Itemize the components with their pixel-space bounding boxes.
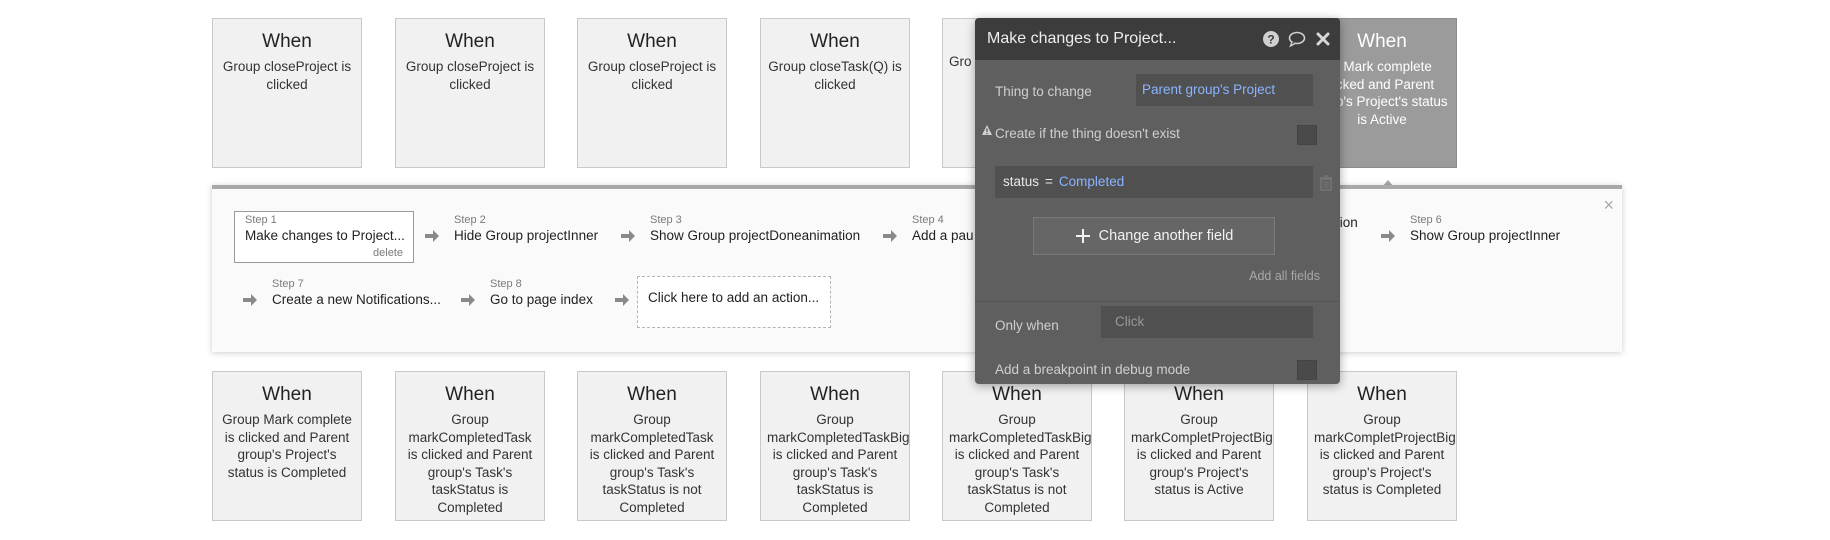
arrow-right-icon: [425, 230, 439, 242]
plus-icon: [1075, 229, 1090, 243]
arrow-right-icon: [621, 230, 635, 242]
breakpoint-label: Add a breakpoint in debug mode: [995, 362, 1191, 377]
step-7[interactable]: Step 7 Create a new Notifications...: [272, 278, 441, 308]
step-title: Make changes to Project...: [245, 228, 405, 243]
close-icon[interactable]: [1314, 30, 1332, 48]
arrow-right-icon: [243, 294, 257, 306]
step-4[interactable]: Step 4 Add a pau: [912, 214, 974, 244]
event-card-bottom-6[interactable]: When Group markCompletProjectBig is clic…: [1124, 371, 1274, 521]
card-description: Group markCompletedTask is clicked and P…: [407, 412, 533, 515]
card-description: Group markCompletProjectBig is clicked a…: [1314, 412, 1456, 497]
change-another-field-button[interactable]: Change another field: [1033, 217, 1275, 255]
step-title: Add a pau: [912, 228, 974, 243]
card-when: When: [627, 31, 677, 52]
arrow-right-icon: [461, 294, 475, 306]
warning-icon: [982, 125, 992, 135]
step-2[interactable]: Step 2 Hide Group projectInner: [454, 214, 598, 244]
card-description: Group Mark complete is clicked and Paren…: [222, 412, 352, 480]
card-description: Group closeTask(Q) is clicked: [768, 59, 902, 92]
step-label: Step 7: [272, 278, 304, 290]
step-label: Step 3: [650, 214, 682, 226]
arrow-right-icon: [615, 294, 629, 306]
add-action-button[interactable]: Click here to add an action...: [637, 276, 831, 328]
field-operator: =: [1045, 174, 1053, 189]
event-card-top-3[interactable]: When Group closeProject is clicked: [577, 18, 727, 168]
step-title: Hide Group projectInner: [454, 228, 599, 243]
editor-header[interactable]: Make changes to Project... ?: [975, 18, 1340, 60]
card-description: Group closeProject is clicked: [405, 59, 535, 92]
create-if-missing-label: Create if the thing doesn't exist: [995, 126, 1180, 141]
card-description: Group markCompletedTask is clicked and P…: [589, 412, 715, 515]
step-1[interactable]: Step 1 Make changes to Project... delete: [234, 211, 414, 263]
card-when: When: [1174, 384, 1224, 405]
event-card-bottom-5[interactable]: When Group markCompletedTaskBig is click…: [942, 371, 1092, 521]
field-value[interactable]: Completed: [1059, 174, 1124, 189]
step-title: Create a new Notifications...: [272, 292, 441, 307]
thing-to-change-label: Thing to change: [995, 84, 1092, 99]
card-description: Group markCompletProjectBig is clicked a…: [1131, 412, 1273, 497]
event-card-top-1[interactable]: When Group closeProject is clicked: [212, 18, 362, 168]
change-another-field-label: Change another field: [1098, 228, 1234, 244]
workflow-steps-panel: × Step 1 Make changes to Project... dele…: [212, 185, 1622, 352]
card-when: When: [445, 384, 495, 405]
event-card-bottom-1[interactable]: When Group Mark complete is clicked and …: [212, 371, 362, 521]
card-when: When: [810, 384, 860, 405]
card-when: When: [1357, 384, 1407, 405]
step-label: Step 6: [1410, 214, 1442, 226]
card-description: Group closeProject is clicked: [222, 59, 352, 92]
event-card-top-2[interactable]: When Group closeProject is clicked: [395, 18, 545, 168]
only-when-input[interactable]: Click: [1101, 306, 1313, 338]
card-description: Group markCompletedTaskBig is clicked an…: [949, 412, 1092, 515]
card-when: When: [262, 31, 312, 52]
delete-step-link[interactable]: delete: [373, 247, 403, 259]
card-when: When: [262, 384, 312, 405]
event-card-bottom-2[interactable]: When Group markCompletedTask is clicked …: [395, 371, 545, 521]
editor-title: Make changes to Project...: [987, 30, 1177, 47]
event-card-top-4[interactable]: When Group closeTask(Q) is clicked: [760, 18, 910, 168]
card-when: When: [810, 31, 860, 52]
comment-icon[interactable]: [1288, 30, 1306, 48]
step-title: Show Group projectDoneanimation: [650, 228, 861, 243]
step-3[interactable]: Step 3 Show Group projectDoneanimation: [650, 214, 860, 244]
add-all-fields-link[interactable]: Add all fields: [1249, 269, 1320, 283]
svg-text:?: ?: [1267, 33, 1274, 47]
create-if-missing-checkbox[interactable]: [1297, 125, 1317, 145]
field-name: status: [1003, 174, 1040, 189]
event-card-bottom-7[interactable]: When Group markCompletProjectBig is clic…: [1307, 371, 1457, 521]
event-card-bottom-3[interactable]: When Group markCompletedTask is clicked …: [577, 371, 727, 521]
card-when: When: [445, 31, 495, 52]
divider: [975, 301, 1340, 302]
step-label: Step 2: [454, 214, 486, 226]
step-title: Go to page index: [490, 292, 593, 307]
step-label: Step 4: [912, 214, 944, 226]
event-card-bottom-4[interactable]: When Group markCompletedTaskBig is click…: [760, 371, 910, 521]
card-description: Group closeProject is clicked: [587, 59, 717, 92]
close-icon[interactable]: ×: [1603, 195, 1614, 216]
step-label: Step 8: [490, 278, 522, 290]
trash-icon[interactable]: [1319, 175, 1333, 191]
field-assignment-row[interactable]: status = Completed: [995, 166, 1313, 198]
step-6[interactable]: Step 6 Show Group projectInner: [1410, 214, 1560, 244]
arrow-right-icon: [883, 230, 897, 242]
help-icon[interactable]: ?: [1262, 30, 1280, 48]
card-when: When: [627, 384, 677, 405]
card-when: When: [992, 384, 1042, 405]
card-description: Group markCompletedTaskBig is clicked an…: [767, 412, 910, 515]
action-editor-panel: Make changes to Project... ? Thing to ch…: [975, 18, 1340, 384]
step-title: Show Group projectInner: [1410, 228, 1561, 243]
breakpoint-checkbox[interactable]: [1297, 360, 1317, 380]
only-when-label: Only when: [995, 318, 1059, 333]
arrow-right-icon: [1381, 230, 1395, 242]
thing-to-change-field[interactable]: Parent group's Project: [1136, 74, 1313, 106]
step-8[interactable]: Step 8 Go to page index: [490, 278, 593, 308]
step-label: Step 1: [245, 214, 277, 226]
